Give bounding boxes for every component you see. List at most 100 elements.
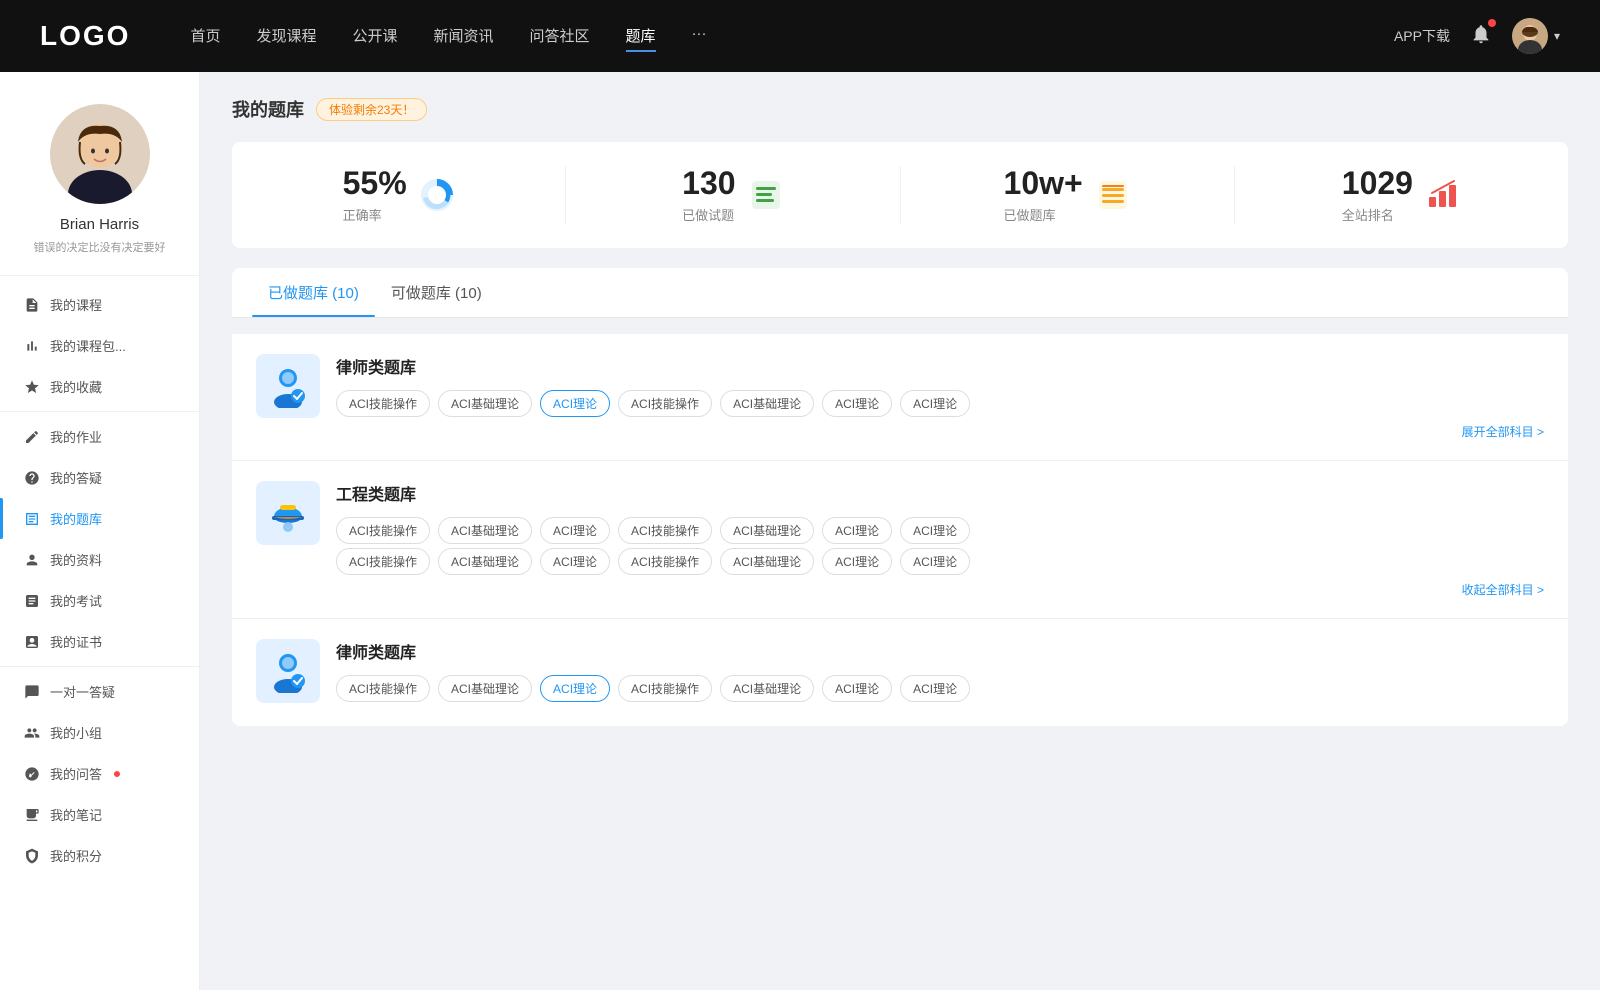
sidebar-label-groups: 我的小组 xyxy=(50,723,102,742)
sidebar-item-favorites[interactable]: 我的收藏 xyxy=(0,366,199,407)
edit-icon xyxy=(24,429,40,445)
qbank-card-lawyer1: 律师类题库 ACI技能操作 ACI基础理论 ACI理论 ACI技能操作 ACI基… xyxy=(232,334,1568,461)
sidebar-item-homework[interactable]: 我的作业 xyxy=(0,416,199,457)
lawyer-icon-wrap xyxy=(256,354,320,418)
nav-qbank[interactable]: 题库 xyxy=(626,21,656,52)
tag[interactable]: ACI理论 xyxy=(822,675,892,702)
tag-active[interactable]: ACI理论 xyxy=(540,390,610,417)
tag-active[interactable]: ACI理论 xyxy=(540,675,610,702)
tag[interactable]: ACI基础理论 xyxy=(438,675,532,702)
main-content: 我的题库 体验剩余23天！ 55% 正确率 xyxy=(200,72,1600,990)
app-download-link[interactable]: APP下载 xyxy=(1394,26,1450,46)
assignment-icon xyxy=(24,593,40,609)
sidebar-label-myqa: 我的问答 xyxy=(50,764,102,783)
chart-bar-icon xyxy=(24,338,40,354)
score-icon xyxy=(24,848,40,864)
tags-row-lawyer1: ACI技能操作 ACI基础理论 ACI理论 ACI技能操作 ACI基础理论 AC… xyxy=(336,390,1544,417)
stat-banks-done: 10w+ 已做题库 xyxy=(901,166,1235,224)
nav-menu: 首页 发现课程 公开课 新闻资讯 问答社区 题库 ··· xyxy=(190,21,1394,52)
tag[interactable]: ACI理论 xyxy=(900,675,970,702)
tag[interactable]: ACI基础理论 xyxy=(438,548,532,575)
engineer-icon-wrap xyxy=(256,481,320,545)
sidebar-label-certs: 我的证书 xyxy=(50,632,102,651)
sidebar-label-courses: 我的课程 xyxy=(50,295,102,314)
sidebar-item-certs[interactable]: 我的证书 xyxy=(0,621,199,662)
page-title: 我的题库 xyxy=(232,96,304,122)
qbank-info: 律师类题库 ACI技能操作 ACI基础理论 ACI理论 ACI技能操作 ACI基… xyxy=(336,354,1544,440)
stat-banks-value: 10w+ xyxy=(1004,166,1083,201)
tag[interactable]: ACI理论 xyxy=(900,548,970,575)
sidebar-item-exams[interactable]: 我的考试 xyxy=(0,580,199,621)
bank-icon xyxy=(1095,177,1131,213)
tab-available[interactable]: 可做题库 (10) xyxy=(375,268,498,317)
tag[interactable]: ACI技能操作 xyxy=(618,390,712,417)
sidebar-item-myqa[interactable]: 我的问答 xyxy=(0,753,199,794)
tab-done[interactable]: 已做题库 (10) xyxy=(252,268,375,317)
pie-chart-icon xyxy=(419,177,455,213)
tag[interactable]: ACI基础理论 xyxy=(720,548,814,575)
sidebar-label-notes: 我的笔记 xyxy=(50,805,102,824)
tag[interactable]: ACI理论 xyxy=(900,517,970,544)
sidebar-label-homework: 我的作业 xyxy=(50,427,102,446)
sidebar-item-notes[interactable]: 我的笔记 xyxy=(0,794,199,835)
tag[interactable]: ACI理论 xyxy=(822,548,892,575)
tag[interactable]: ACI技能操作 xyxy=(336,390,430,417)
nav-discover[interactable]: 发现课程 xyxy=(256,21,316,52)
sidebar-label-tutor: 一对一答疑 xyxy=(50,682,115,701)
tag[interactable]: ACI基础理论 xyxy=(438,517,532,544)
tag[interactable]: ACI基础理论 xyxy=(720,675,814,702)
tag[interactable]: ACI理论 xyxy=(900,390,970,417)
tag[interactable]: ACI理论 xyxy=(540,517,610,544)
collapse-link-engineer[interactable]: 收起全部科目 > xyxy=(336,581,1544,598)
nav-news[interactable]: 新闻资讯 xyxy=(434,21,494,52)
profile-motto: 错误的决定比没有决定要好 xyxy=(34,239,166,255)
nav-more[interactable]: ··· xyxy=(692,21,707,52)
tag[interactable]: ACI技能操作 xyxy=(618,548,712,575)
navbar: LOGO 首页 发现课程 公开课 新闻资讯 问答社区 题库 ··· APP下载 xyxy=(0,0,1600,72)
sidebar-label-profile: 我的资料 xyxy=(50,550,102,569)
user-avatar xyxy=(1512,18,1548,54)
qa-icon xyxy=(24,766,40,782)
user-avatar-wrap[interactable]: ▾ xyxy=(1512,18,1560,54)
user-menu-chevron: ▾ xyxy=(1554,29,1560,43)
sidebar-item-packages[interactable]: 我的课程包... xyxy=(0,325,199,366)
sidebar-item-courses[interactable]: 我的课程 xyxy=(0,284,199,325)
tag[interactable]: ACI技能操作 xyxy=(336,675,430,702)
tag[interactable]: ACI技能操作 xyxy=(336,548,430,575)
nav-home[interactable]: 首页 xyxy=(190,21,220,52)
qbank-card-engineer: 工程类题库 ACI技能操作 ACI基础理论 ACI理论 ACI技能操作 ACI基… xyxy=(232,461,1568,619)
tag[interactable]: ACI技能操作 xyxy=(618,517,712,544)
stat-accuracy-label: 正确率 xyxy=(343,205,407,224)
tag[interactable]: ACI理论 xyxy=(822,517,892,544)
sidebar-item-groups[interactable]: 我的小组 xyxy=(0,712,199,753)
qbank-info-3: 律师类题库 ACI技能操作 ACI基础理论 ACI理论 ACI技能操作 ACI基… xyxy=(336,639,1544,706)
tags-row-lawyer2: ACI技能操作 ACI基础理论 ACI理论 ACI技能操作 ACI基础理论 AC… xyxy=(336,675,1544,702)
notification-bell[interactable] xyxy=(1470,23,1492,50)
sidebar-item-profile[interactable]: 我的资料 xyxy=(0,539,199,580)
sidebar-item-qbank[interactable]: 我的题库 xyxy=(0,498,199,539)
file-icon xyxy=(24,297,40,313)
profile-avatar xyxy=(50,104,150,204)
tag[interactable]: ACI技能操作 xyxy=(618,675,712,702)
group-icon xyxy=(24,725,40,741)
menu-divider-2 xyxy=(0,666,199,667)
tag[interactable]: ACI基础理论 xyxy=(438,390,532,417)
person-icon xyxy=(24,552,40,568)
stat-questions-done: 130 已做试题 xyxy=(566,166,900,224)
expand-link-lawyer1[interactable]: 展开全部科目 > xyxy=(336,423,1544,440)
sidebar-item-points[interactable]: 我的积分 xyxy=(0,835,199,876)
sidebar-item-qa[interactable]: 我的答疑 xyxy=(0,457,199,498)
navbar-right: APP下载 ▾ xyxy=(1394,18,1560,54)
nav-openclass[interactable]: 公开课 xyxy=(352,21,397,52)
tag[interactable]: ACI技能操作 xyxy=(336,517,430,544)
tag[interactable]: ACI基础理论 xyxy=(720,517,814,544)
qbank-card-lawyer2: 律师类题库 ACI技能操作 ACI基础理论 ACI理论 ACI技能操作 ACI基… xyxy=(232,619,1568,726)
tag[interactable]: ACI理论 xyxy=(540,548,610,575)
sidebar-item-tutor[interactable]: 一对一答疑 xyxy=(0,671,199,712)
nav-qa[interactable]: 问答社区 xyxy=(530,21,590,52)
tag[interactable]: ACI理论 xyxy=(822,390,892,417)
sidebar-menu: 我的课程 我的课程包... 我的收藏 xyxy=(0,276,199,884)
qbank-name-engineer: 工程类题库 xyxy=(336,481,1544,505)
tag[interactable]: ACI基础理论 xyxy=(720,390,814,417)
logo: LOGO xyxy=(40,20,130,52)
